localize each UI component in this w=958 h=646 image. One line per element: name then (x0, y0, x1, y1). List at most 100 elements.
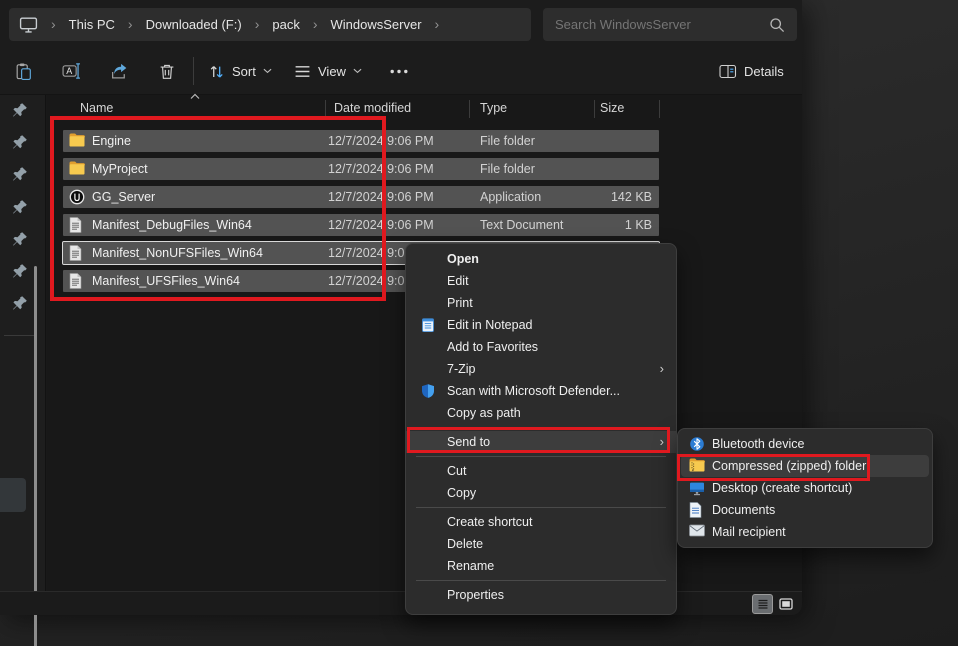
file-row-manifest-debug[interactable]: Manifest_DebugFiles_Win64 12/7/2024 9:06… (63, 214, 659, 236)
file-row-engine[interactable]: Engine 12/7/2024 9:06 PM File folder (63, 130, 659, 152)
rename-button[interactable]: A (62, 60, 81, 82)
column-divider[interactable] (594, 100, 595, 118)
menu-divider (416, 580, 666, 581)
more-options-icon (390, 69, 408, 74)
view-icon (294, 63, 311, 80)
column-header-date[interactable]: Date modified (334, 101, 411, 115)
desktop-icon (689, 480, 705, 496)
view-button[interactable]: View (294, 60, 362, 82)
send-to-submenu: Bluetooth device Compressed (zipped) fol… (677, 428, 933, 548)
pin-icon[interactable] (12, 102, 28, 118)
address-bar-strip: This PC Downloaded (F:) pack WindowsServ… (0, 0, 802, 47)
desktop: This PC Downloaded (F:) pack WindowsServ… (0, 0, 958, 646)
submenu-item-mail-recipient[interactable]: Mail recipient (681, 521, 929, 543)
menu-item-edit[interactable]: Edit (406, 270, 676, 292)
details-label: Details (744, 64, 784, 79)
more-options-button[interactable] (390, 60, 408, 82)
column-header-type[interactable]: Type (480, 101, 507, 115)
content-view-toggle[interactable] (775, 594, 796, 614)
bluetooth-icon (689, 436, 705, 452)
rail-divider (4, 335, 36, 336)
details-pane-icon (719, 63, 737, 80)
submenu-arrow-icon (660, 431, 664, 453)
menu-divider (416, 507, 666, 508)
search-box[interactable] (543, 8, 797, 41)
content-view-icon (779, 598, 793, 610)
menu-item-create-shortcut[interactable]: Create shortcut (406, 511, 676, 533)
list-view-toggle[interactable] (752, 594, 773, 614)
breadcrumb-item-drive[interactable]: Downloaded (F:) (146, 17, 242, 32)
paste-button[interactable] (14, 60, 32, 82)
unreal-app-icon (69, 189, 85, 205)
folder-icon (69, 161, 85, 177)
submenu-item-desktop-create-shortcut[interactable]: Desktop (create shortcut) (681, 477, 929, 499)
menu-item-add-to-favorites[interactable]: Add to Favorites (406, 336, 676, 358)
menu-item-7zip[interactable]: 7-Zip (406, 358, 676, 380)
text-document-icon (69, 273, 85, 289)
pin-icon[interactable] (12, 199, 28, 215)
menu-item-copy-as-path[interactable]: Copy as path (406, 402, 676, 424)
share-button[interactable] (110, 60, 129, 82)
text-document-icon (69, 217, 85, 233)
menu-item-cut[interactable]: Cut (406, 460, 676, 482)
menu-item-copy[interactable]: Copy (406, 482, 676, 504)
menu-item-properties[interactable]: Properties (406, 584, 676, 606)
search-input[interactable] (555, 17, 769, 32)
menu-item-rename[interactable]: Rename (406, 555, 676, 577)
scrollbar[interactable] (34, 266, 37, 646)
chevron-right-icon (313, 17, 318, 31)
delete-button[interactable] (158, 60, 176, 82)
search-icon (769, 17, 785, 33)
defender-shield-icon (420, 383, 436, 399)
breadcrumb-item-windowsserver[interactable]: WindowsServer (331, 17, 422, 32)
documents-icon (689, 502, 705, 518)
menu-item-send-to[interactable]: Send to (406, 431, 676, 453)
this-pc-icon (19, 15, 38, 34)
chevron-right-icon (435, 17, 440, 31)
svg-text:A: A (66, 66, 72, 76)
paste-icon (14, 62, 32, 81)
menu-divider (416, 456, 666, 457)
details-pane-button[interactable]: Details (719, 60, 784, 82)
sort-button[interactable]: Sort (208, 60, 272, 82)
pin-icon[interactable] (12, 166, 28, 182)
pin-icon[interactable] (12, 295, 28, 311)
file-row-gg-server[interactable]: GG_Server 12/7/2024 9:06 PM Application … (63, 186, 659, 208)
column-divider[interactable] (469, 100, 470, 118)
folder-icon (69, 133, 85, 149)
submenu-arrow-icon (660, 358, 664, 380)
menu-item-edit-in-notepad[interactable]: Edit in Notepad (406, 314, 676, 336)
submenu-item-documents[interactable]: Documents (681, 499, 929, 521)
menu-item-open[interactable]: Open (406, 248, 676, 270)
pin-icon[interactable] (12, 263, 28, 279)
chevron-right-icon (128, 17, 133, 31)
menu-item-print[interactable]: Print (406, 292, 676, 314)
rail-selected-item[interactable] (0, 478, 26, 512)
pin-icon[interactable] (12, 231, 28, 247)
chevron-down-icon (263, 68, 272, 74)
submenu-item-bluetooth-device[interactable]: Bluetooth device (681, 433, 929, 455)
file-row-myproject[interactable]: MyProject 12/7/2024 9:06 PM File folder (63, 158, 659, 180)
submenu-item-compressed-zipped-folder[interactable]: Compressed (zipped) folder (681, 455, 929, 477)
column-header-name[interactable]: Name (80, 101, 113, 115)
column-header-size[interactable]: Size (600, 101, 624, 115)
column-divider[interactable] (325, 100, 326, 118)
zipped-folder-icon (689, 458, 705, 474)
pin-icon[interactable] (12, 134, 28, 150)
trash-icon (158, 62, 176, 81)
status-bar (0, 591, 802, 615)
mail-icon (689, 524, 705, 540)
view-label: View (318, 64, 346, 79)
breadcrumb-item-pack[interactable]: pack (272, 17, 299, 32)
navigation-rail (0, 95, 46, 591)
breadcrumb-item-this-pc[interactable]: This PC (69, 17, 115, 32)
sort-icon (208, 63, 225, 80)
list-view-icon (757, 598, 769, 610)
breadcrumb[interactable]: This PC Downloaded (F:) pack WindowsServ… (9, 8, 531, 41)
menu-item-scan-with-defender[interactable]: Scan with Microsoft Defender... (406, 380, 676, 402)
column-divider[interactable] (659, 100, 660, 118)
command-bar: A Sort View D (0, 47, 802, 95)
share-icon (110, 62, 129, 80)
column-headers: Name Date modified Type Size (47, 97, 802, 121)
menu-item-delete[interactable]: Delete (406, 533, 676, 555)
